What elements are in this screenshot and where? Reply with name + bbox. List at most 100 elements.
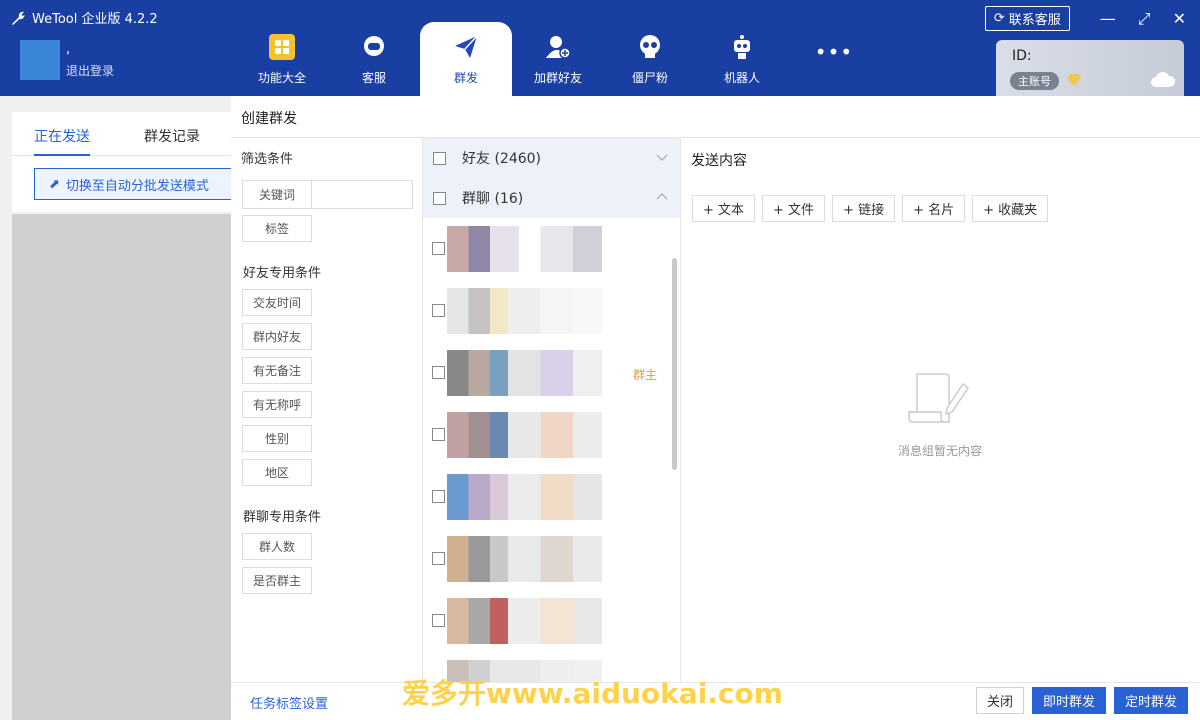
switch-auto-batch-button[interactable]: ⬈ 切换至自动分批发送模式	[34, 168, 234, 200]
group-conditions-title: 群聊专用条件	[243, 510, 322, 525]
row-checkbox[interactable]	[432, 304, 445, 317]
nav-item-robot[interactable]: 机器人	[696, 22, 788, 96]
add-text-button[interactable]: + 文本	[692, 195, 756, 222]
list-item[interactable]	[423, 404, 680, 466]
send-icon	[452, 33, 480, 61]
group-avatar	[447, 598, 627, 644]
recipient-list: 好友 (2460) 群聊 (16) 群主	[423, 138, 681, 682]
add-content-buttons: + 文本 + 文件 + 链接 + 名片 + 收藏夹	[692, 195, 1049, 222]
keyword-input[interactable]	[312, 180, 413, 209]
nav-item-service[interactable]: 客服	[328, 22, 420, 96]
switch-label: 切换至自动分批发送模式	[65, 178, 209, 194]
add-card-button[interactable]: + 名片	[902, 195, 966, 222]
status-tabs: 正在发送 群发记录	[12, 112, 232, 156]
arrow-up-right-icon: ⬈	[49, 176, 60, 192]
filter-has-remark[interactable]: 有无备注	[242, 357, 312, 384]
avatar[interactable]	[20, 40, 60, 80]
close-button[interactable]: 关闭	[975, 687, 1024, 714]
filter-panel: 筛选条件 关键词 标签 好友专用条件 交友时间 群内好友 有无备注 有无称呼 性…	[231, 138, 423, 682]
dialog-title: 创建群发	[231, 96, 1200, 138]
tab-records[interactable]: 群发记录	[144, 126, 200, 155]
headset-icon	[360, 33, 388, 61]
send-content-panel: 发送内容 + 文本 + 文件 + 链接 + 名片 + 收藏夹 消息组暂无内容	[681, 138, 1200, 682]
filter-in-group-friend[interactable]: 群内好友	[242, 323, 312, 350]
friends-group-header[interactable]: 好友 (2460)	[423, 138, 680, 178]
friends-header-label: 好友 (2460)	[462, 151, 542, 167]
add-file-button[interactable]: + 文件	[762, 195, 826, 222]
nav-item-more[interactable]: •••	[788, 22, 880, 96]
account-card[interactable]: ID: 主账号	[996, 40, 1184, 96]
row-checkbox[interactable]	[432, 552, 445, 565]
add-link-button[interactable]: + 链接	[832, 195, 896, 222]
group-avatar	[447, 412, 627, 458]
row-checkbox[interactable]	[432, 614, 445, 627]
list-item[interactable]	[423, 280, 680, 342]
row-checkbox[interactable]	[432, 428, 445, 441]
group-avatar	[447, 288, 627, 334]
robot-icon	[728, 33, 756, 61]
top-bar: WeTool 企业版 4.2.2 ⟳ 联系客服 — ⤢ ✕ , 退出登录 功能大…	[0, 0, 1200, 96]
nav-label: 加群好友	[533, 70, 582, 85]
logout-link[interactable]: 退出登录	[66, 62, 114, 79]
schedule-send-button[interactable]: 定时群发	[1113, 687, 1188, 714]
list-item[interactable]: 群主	[423, 342, 680, 404]
user-name: ,	[66, 42, 71, 57]
add-user-icon	[544, 33, 572, 61]
list-item[interactable]	[423, 528, 680, 590]
close-icon[interactable]: ✕	[1173, 9, 1186, 28]
maximize-icon[interactable]: ⤢	[1138, 9, 1151, 29]
send-now-button[interactable]: 即时群发	[1031, 687, 1106, 714]
footer-buttons: 关闭 即时群发 定时群发	[975, 687, 1188, 714]
create-mass-send-dialog: 创建群发 筛选条件 关键词 标签 好友专用条件 交友时间 群内好友 有无备注 有…	[231, 96, 1200, 720]
filter-has-title[interactable]: 有无称呼	[242, 391, 312, 418]
friends-checkbox[interactable]	[433, 151, 446, 165]
filter-gender[interactable]: 性别	[242, 425, 312, 452]
groups-group-header[interactable]: 群聊 (16)	[423, 178, 680, 218]
filter-region[interactable]: 地区	[242, 459, 312, 486]
account-id-label: ID:	[1012, 48, 1032, 64]
nav-item-mass-send[interactable]: 群发	[420, 22, 512, 96]
list-scrollbar[interactable]	[672, 258, 677, 470]
contact-support-button[interactable]: ⟳ 联系客服	[984, 6, 1070, 31]
owner-label: 群主	[633, 368, 658, 382]
keyword-button[interactable]: 关键词	[242, 180, 312, 209]
wrench-icon	[12, 11, 25, 25]
main-nav: 功能大全 客服 群发 加群好友 僵尸粉 机器人 •••	[236, 22, 880, 96]
cloud-icon	[1151, 72, 1176, 87]
nav-label: 机器人	[723, 70, 760, 85]
groups-checkbox[interactable]	[433, 191, 446, 205]
group-avatar	[447, 350, 627, 396]
chevron-up-icon[interactable]	[655, 190, 669, 204]
minimize-icon[interactable]: —	[1100, 9, 1116, 28]
group-avatar	[447, 474, 627, 520]
row-checkbox[interactable]	[432, 366, 445, 379]
chevron-down-icon[interactable]	[655, 150, 669, 164]
send-content-title: 发送内容	[691, 153, 747, 169]
add-favorites-button[interactable]: + 收藏夹	[972, 195, 1049, 222]
nav-label: 客服	[361, 70, 386, 85]
title-row: WeTool 企业版 4.2.2	[10, 8, 158, 27]
filter-title: 筛选条件	[241, 152, 294, 167]
diamond-icon	[1067, 74, 1081, 86]
task-tag-settings-link[interactable]: 任务标签设置	[250, 693, 328, 712]
nav-item-features[interactable]: 功能大全	[236, 22, 328, 96]
filter-friend-time[interactable]: 交友时间	[242, 289, 312, 316]
row-checkbox[interactable]	[432, 242, 445, 255]
nav-item-add-friends[interactable]: 加群好友	[512, 22, 604, 96]
filter-is-owner[interactable]: 是否群主	[242, 567, 312, 594]
list-item[interactable]	[423, 590, 680, 652]
tag-button[interactable]: 标签	[242, 215, 312, 242]
list-item[interactable]	[423, 218, 680, 280]
friend-conditions-title: 好友专用条件	[243, 266, 322, 281]
nav-label: 功能大全	[257, 70, 306, 85]
contact-support-label: 联系客服	[1008, 13, 1061, 28]
row-checkbox[interactable]	[432, 490, 445, 503]
group-avatar	[447, 226, 627, 272]
group-avatar	[447, 536, 627, 582]
filter-group-size[interactable]: 群人数	[242, 533, 312, 560]
tab-sending[interactable]: 正在发送	[34, 126, 90, 156]
list-item[interactable]	[423, 466, 680, 528]
nav-item-zombie-fans[interactable]: 僵尸粉	[604, 22, 696, 96]
grid-icon	[268, 33, 296, 61]
skull-icon	[636, 33, 664, 61]
